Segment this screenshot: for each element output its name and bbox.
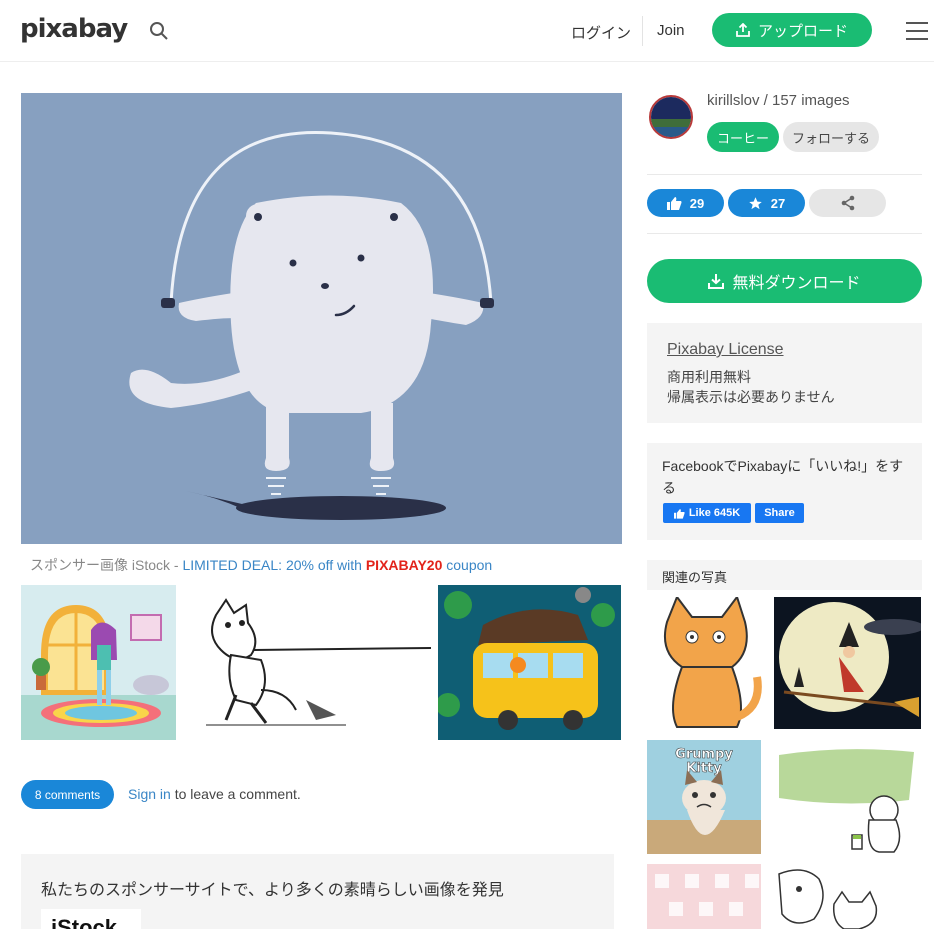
upload-button[interactable]: アップロード bbox=[712, 13, 872, 47]
related-thumb-cartoon-cat[interactable] bbox=[647, 597, 766, 731]
facebook-thumbs-up-icon bbox=[673, 508, 685, 519]
sponsor-line: スポンサー画像 iStock - LIMITED DEAL: 20% off w… bbox=[30, 555, 492, 575]
pixabay-logo[interactable]: pixabay bbox=[20, 14, 128, 44]
author-name-count[interactable]: kirillslov / 157 images bbox=[707, 92, 850, 109]
related-photos-header: 関連の写真 bbox=[647, 560, 922, 590]
header-divider bbox=[642, 16, 643, 46]
related-thumb-cat-painting[interactable] bbox=[774, 740, 921, 854]
related-thumb-grumpy-kitty[interactable]: Grumpy Kitty bbox=[647, 740, 761, 854]
upload-label: アップロード bbox=[757, 22, 848, 40]
license-line-1: 商用利用無料 bbox=[667, 369, 751, 385]
author-avatar[interactable] bbox=[649, 95, 693, 139]
sponsored-thumb-cat-rope[interactable] bbox=[176, 585, 438, 740]
favorite-button[interactable]: 27 bbox=[728, 189, 805, 217]
upload-icon bbox=[736, 23, 750, 37]
sign-in-suffix: to leave a comment. bbox=[170, 786, 301, 802]
divider bbox=[647, 174, 922, 175]
main-photo[interactable] bbox=[21, 93, 622, 544]
facebook-share-button[interactable]: Share bbox=[755, 503, 804, 523]
sponsored-thumb-girl-jump-rope[interactable] bbox=[21, 585, 176, 740]
sponsor-deal-link[interactable]: LIMITED DEAL: 20% off with bbox=[182, 557, 365, 573]
istock-logo[interactable]: iStock bbox=[41, 909, 141, 929]
grumpy-kitty-text-1: Grumpy bbox=[675, 747, 733, 762]
license-link[interactable]: Pixabay License bbox=[667, 341, 902, 359]
search-icon[interactable] bbox=[149, 21, 169, 41]
free-download-button[interactable]: 無料ダウンロード bbox=[647, 259, 922, 303]
thumbs-up-icon bbox=[666, 197, 682, 210]
related-thumb-cat-pattern[interactable] bbox=[647, 864, 761, 929]
share-button[interactable] bbox=[809, 189, 886, 217]
download-icon bbox=[708, 274, 725, 289]
top-header: pixabay ログイン Join アップロード bbox=[0, 0, 934, 62]
hamburger-menu-icon[interactable] bbox=[906, 22, 928, 40]
favorite-count: 27 bbox=[770, 195, 786, 211]
sign-in-link[interactable]: Sign in bbox=[128, 786, 171, 802]
join-link[interactable]: Join bbox=[657, 22, 685, 39]
license-box: Pixabay License 商用利用無料 帰属表示は必要ありません bbox=[647, 323, 922, 423]
discover-title: 私たちのスポンサーサイトで、より多くの素晴らしい画像を発見 bbox=[41, 882, 504, 899]
divider bbox=[647, 233, 922, 234]
bear-illustration bbox=[129, 130, 494, 520]
facebook-text: FacebookでPixabayに「いいね!」をする bbox=[662, 458, 904, 496]
facebook-box: FacebookでPixabayに「いいね!」をする Like 645K Sha… bbox=[647, 443, 922, 540]
coupon-code[interactable]: PIXABAY20 bbox=[366, 557, 443, 573]
facebook-like-label: Like 645K bbox=[688, 507, 741, 519]
like-count: 29 bbox=[689, 195, 705, 211]
star-icon bbox=[749, 196, 762, 209]
facebook-like-button[interactable]: Like 645K bbox=[663, 503, 751, 523]
license-line-2: 帰属表示は必要ありません bbox=[667, 389, 835, 405]
sponsor-discover-box: 私たちのスポンサーサイトで、より多くの素晴らしい画像を発見 iStock bbox=[21, 854, 614, 929]
related-thumb-dog-cat-sketch[interactable] bbox=[774, 864, 921, 929]
like-button[interactable]: 29 bbox=[647, 189, 724, 217]
sponsor-prefix: スポンサー画像 iStock - bbox=[30, 557, 183, 573]
share-icon bbox=[841, 195, 854, 211]
grumpy-kitty-text-2: Kitty bbox=[686, 761, 722, 776]
sponsored-thumb-school-bus[interactable] bbox=[438, 585, 621, 740]
login-link[interactable]: ログイン bbox=[571, 22, 631, 43]
follow-button[interactable]: フォローする bbox=[783, 122, 879, 152]
sponsor-suffix[interactable]: coupon bbox=[442, 557, 492, 573]
download-label: 無料ダウンロード bbox=[732, 275, 861, 292]
related-thumb-witch-moon[interactable] bbox=[774, 597, 921, 729]
coffee-button[interactable]: コーヒー bbox=[707, 122, 779, 152]
sign-in-prompt: Sign in to leave a comment. bbox=[128, 786, 301, 802]
comments-count-button[interactable]: 8 comments bbox=[21, 780, 114, 809]
